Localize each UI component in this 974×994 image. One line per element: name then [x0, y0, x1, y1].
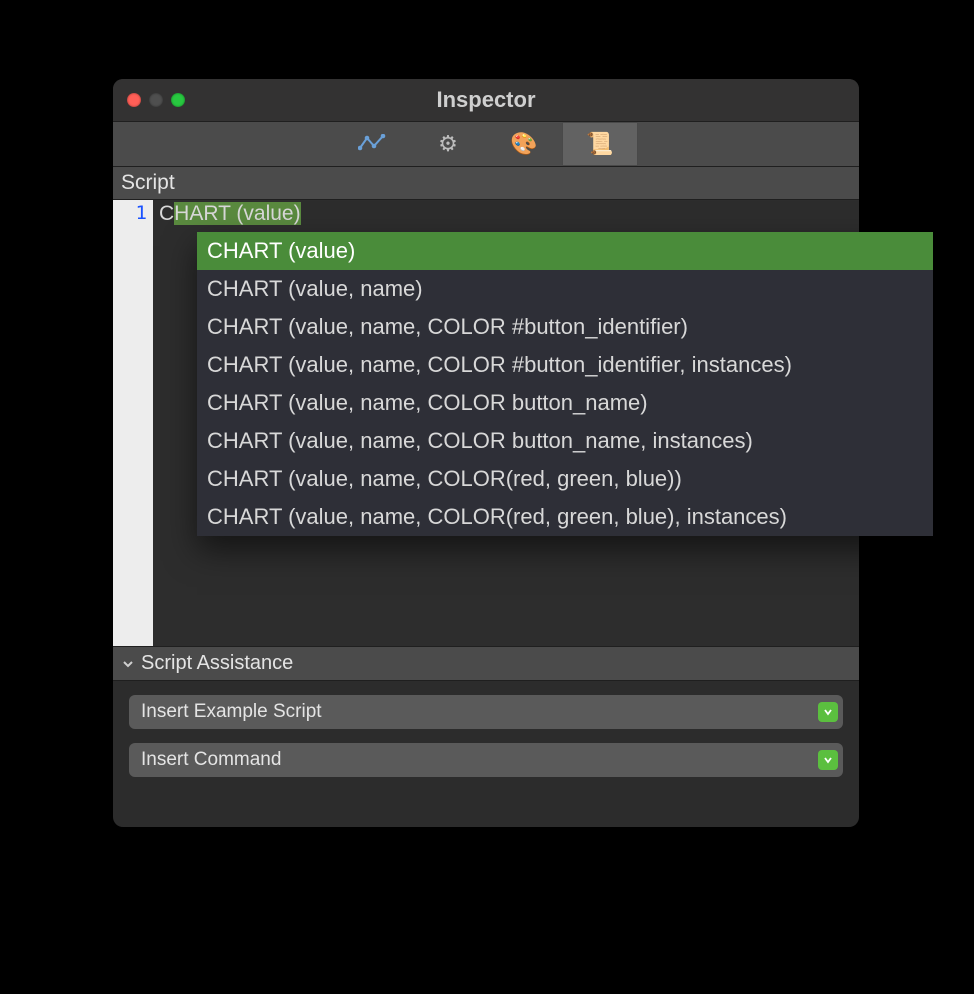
suggestion-item[interactable]: CHART (value, name, COLOR(red, green, bl…	[197, 498, 933, 536]
traffic-lights	[127, 93, 185, 107]
graph-icon	[358, 134, 386, 154]
autocomplete-popup: CHART (value) CHART (value, name) CHART …	[197, 232, 933, 536]
line-number: 1	[113, 202, 147, 224]
tab-graph[interactable]	[334, 122, 410, 166]
script-assistance-panel: Insert Example Script Insert Command	[113, 681, 859, 797]
minimize-window-button[interactable]	[149, 93, 163, 107]
script-editor[interactable]: 1 CHART (value) CHART (value) CHART (val…	[113, 200, 859, 646]
tab-palette[interactable]: 🎨	[486, 122, 562, 166]
code-line-1: CHART (value)	[159, 202, 859, 226]
chevron-down-icon	[818, 702, 838, 722]
titlebar: Inspector	[113, 79, 859, 121]
suggestion-item[interactable]: CHART (value, name)	[197, 270, 933, 308]
palette-icon: 🎨	[510, 131, 537, 157]
code-area[interactable]: CHART (value) CHART (value) CHART (value…	[153, 200, 859, 646]
suggestion-item[interactable]: CHART (value, name, COLOR button_name, i…	[197, 422, 933, 460]
tab-script[interactable]: 📜	[562, 122, 638, 166]
insert-example-script-dropdown[interactable]: Insert Example Script	[129, 695, 843, 729]
zoom-window-button[interactable]	[171, 93, 185, 107]
script-assistance-header[interactable]: Script Assistance	[113, 646, 859, 681]
insert-command-dropdown[interactable]: Insert Command	[129, 743, 843, 777]
scroll-icon: 📜	[586, 131, 613, 157]
suggestion-item[interactable]: CHART (value)	[197, 232, 933, 270]
dropdown-label: Insert Example Script	[141, 701, 322, 723]
suggestion-item[interactable]: CHART (value, name, COLOR(red, green, bl…	[197, 460, 933, 498]
suggestion-item[interactable]: CHART (value, name, COLOR button_name)	[197, 384, 933, 422]
gear-icon: ⚙	[438, 131, 458, 157]
script-assistance-label: Script Assistance	[141, 652, 293, 674]
section-header-script: Script	[113, 167, 859, 200]
toolbar: ⚙ 🎨 📜	[113, 121, 859, 167]
chevron-down-icon	[121, 657, 135, 671]
suggestion-item[interactable]: CHART (value, name, COLOR #button_identi…	[197, 346, 933, 384]
tab-settings[interactable]: ⚙	[410, 122, 486, 166]
dropdown-label: Insert Command	[141, 749, 281, 771]
line-gutter: 1	[113, 200, 153, 646]
chevron-down-icon	[818, 750, 838, 770]
close-window-button[interactable]	[127, 93, 141, 107]
suggestion-item[interactable]: CHART (value, name, COLOR #button_identi…	[197, 308, 933, 346]
inspector-window: Inspector ⚙ 🎨 📜 Script 1	[113, 79, 859, 827]
window-title: Inspector	[113, 87, 859, 113]
